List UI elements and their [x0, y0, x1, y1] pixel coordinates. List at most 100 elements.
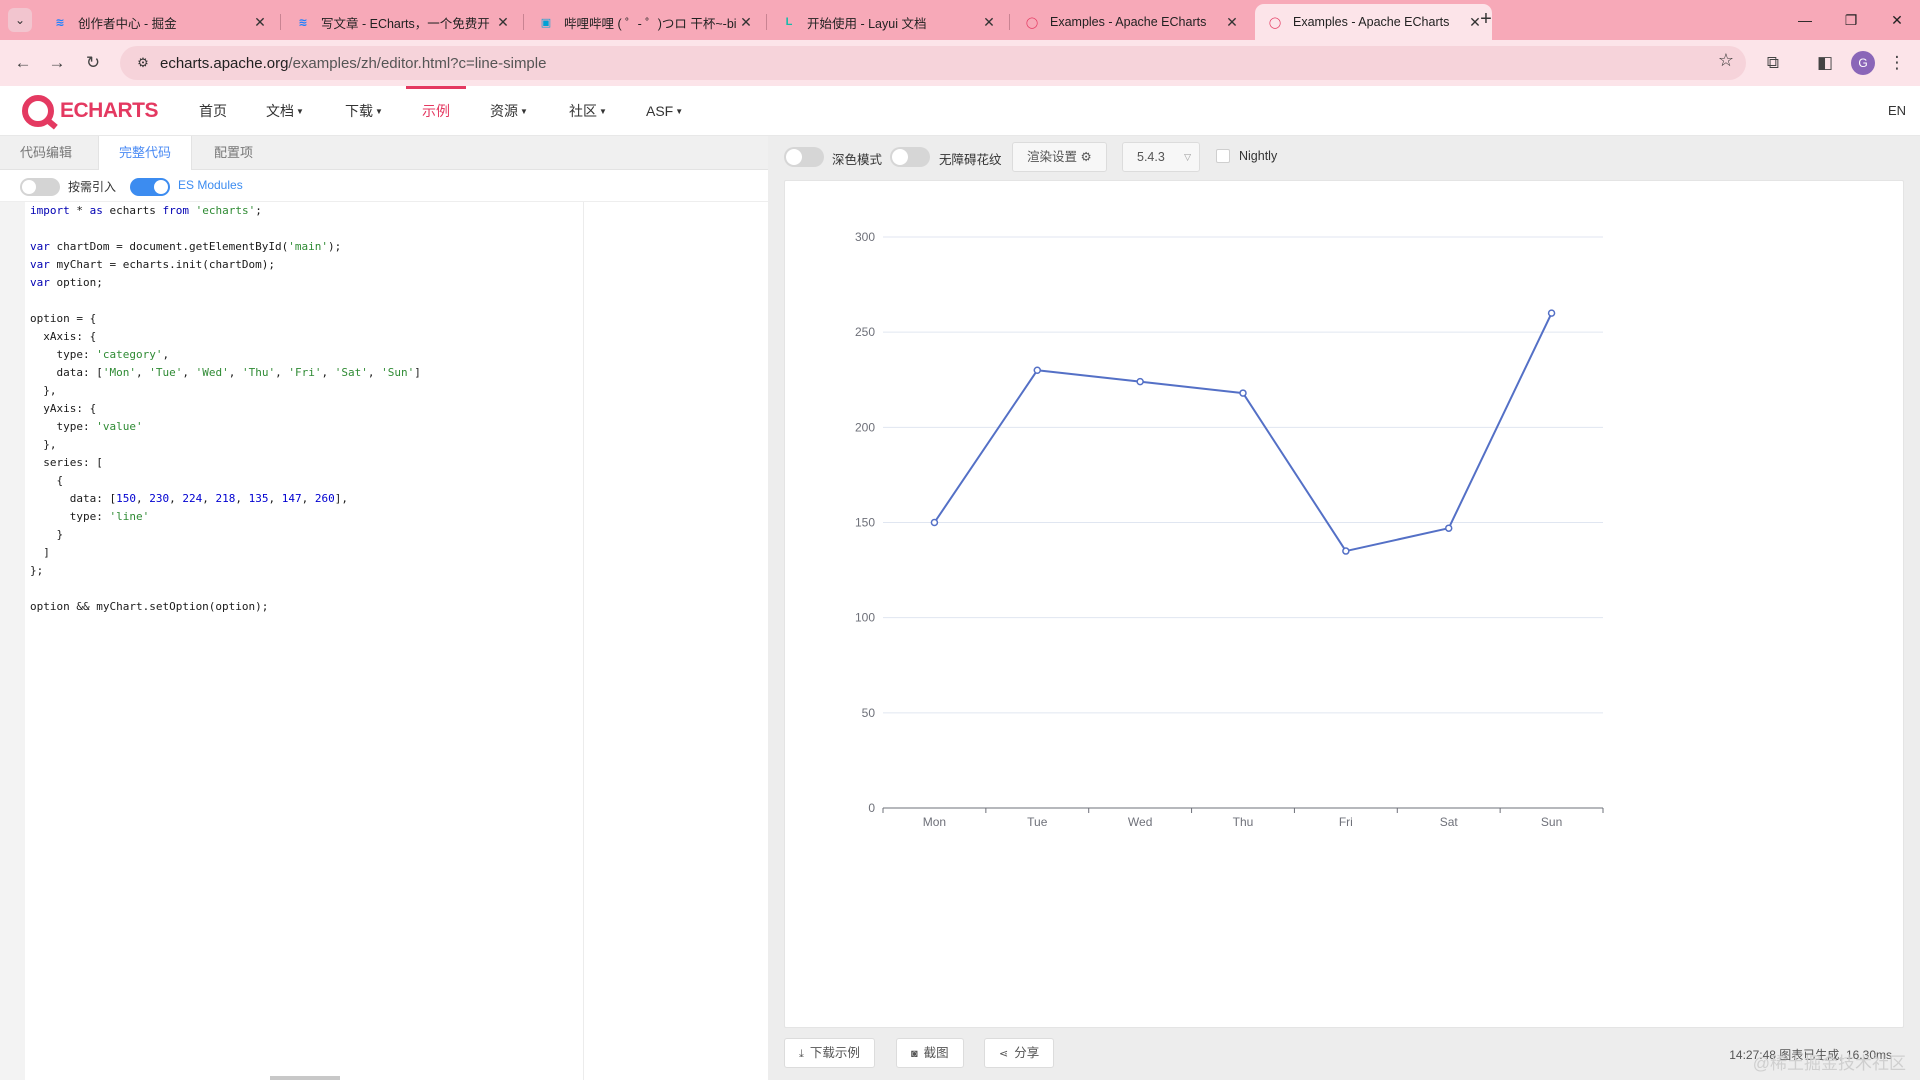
reload-icon[interactable]: ↻	[80, 50, 106, 76]
nav-item[interactable]: 示例	[406, 86, 466, 136]
close-tab-icon[interactable]: ✕	[251, 14, 269, 31]
series-line	[933, 312, 1553, 553]
dark-mode-toggle[interactable]	[784, 147, 824, 167]
browser-tab[interactable]: ≋ 创作者中心 - 掘金 ✕	[40, 4, 277, 40]
address-bar[interactable]: ⚙ echarts.apache.org/examples/zh/editor.…	[120, 46, 1746, 80]
forward-icon[interactable]: →	[44, 50, 70, 76]
nav-item-label: 文档	[266, 103, 294, 119]
code-line: },	[30, 438, 57, 451]
minimize-icon[interactable]: —	[1782, 6, 1828, 34]
dark-mode-label: 深色模式	[832, 153, 883, 167]
editor-tab[interactable]: 代码编辑	[0, 136, 92, 170]
editor-tab[interactable]: 完整代码	[98, 136, 193, 171]
decal-toggle[interactable]	[890, 147, 930, 167]
line-chart[interactable]: 0 50 100 150 200 250 300 Mon Tue Wed Thu Fri Sat Sun	[785, 181, 1905, 1029]
code-line: var myChart = echarts.init(chartDom);	[30, 258, 276, 271]
logo-text: ECHARTS	[60, 99, 159, 122]
tab-separator	[1009, 14, 1010, 30]
render-settings-button[interactable]: 渲染设置 ⚙	[1012, 142, 1107, 172]
code-line: option && myChart.setOption(option);	[30, 600, 269, 613]
caret-down-icon: ▼	[520, 107, 528, 117]
editor-panel: 代码编辑 完整代码 配置项 按需引入 ES Modules import * as …	[0, 136, 768, 1080]
nav-item-label: 首页	[199, 103, 227, 119]
gear-icon: ⚙	[1080, 150, 1092, 164]
language-switch[interactable]: EN	[1888, 86, 1906, 136]
extensions-icon[interactable]: ⧉	[1760, 50, 1786, 76]
editor-tab[interactable]: 配置项	[194, 136, 273, 170]
preview-controls: 深色模式 无障碍花纹 渲染设置 ⚙ 5.4.3 ▽ Nightly	[768, 136, 1920, 176]
tab-title: 创作者中心 - 掘金	[78, 16, 177, 31]
share-icon: ⋖	[999, 1048, 1009, 1060]
download-icon: ⤓	[799, 1048, 804, 1060]
close-tab-icon[interactable]: ✕	[980, 14, 998, 31]
share-button[interactable]: ⋖ 分享	[984, 1038, 1055, 1068]
code-line: import * as echarts from 'echarts';	[30, 204, 262, 217]
browser-tab[interactable]: ◯ Examples - Apache ECharts ✕	[1255, 4, 1492, 40]
echarts-logo-icon: ◯	[1268, 16, 1282, 29]
nav-item[interactable]: 文档 ▼	[266, 86, 304, 136]
render-settings-label: 渲染设置	[1027, 150, 1078, 164]
version-select[interactable]: 5.4.3 ▽	[1122, 142, 1200, 172]
site-header: ECHARTS 首页 文档 ▼ 下载 ▼ 示例 资源 ▼ 社区 ▼ ASF ▼ EN	[0, 86, 1920, 136]
nav-item[interactable]: 社区 ▼	[569, 86, 607, 136]
code-line: var option;	[30, 276, 103, 289]
close-window-icon[interactable]: ✕	[1874, 6, 1920, 34]
chevron-down-icon: ▽	[1184, 152, 1191, 162]
data-point	[1444, 524, 1453, 532]
back-icon[interactable]: ←	[10, 50, 36, 76]
code-line: type: 'category',	[30, 348, 170, 361]
x-tick-label: Fri	[1339, 815, 1353, 829]
code-editor[interactable]: import * as echarts from 'echarts'; var …	[25, 202, 768, 1080]
url-text: echarts.apache.org/examples/zh/editor.ht…	[160, 55, 546, 72]
data-point	[1342, 547, 1350, 555]
download-example-button[interactable]: ⤓ 下载示例	[784, 1038, 875, 1068]
side-panel-icon[interactable]: ◧	[1812, 50, 1838, 76]
camera-icon: ◙	[911, 1048, 918, 1060]
screenshot-button[interactable]: ◙ 截图	[896, 1038, 964, 1068]
bookmark-star-icon[interactable]: ☆	[1718, 50, 1734, 71]
chart-container[interactable]: 0 50 100 150 200 250 300 Mon Tue Wed Thu Fri Sat Sun	[784, 180, 1904, 1028]
code-line: },	[30, 384, 57, 397]
tab-separator	[766, 14, 767, 30]
echarts-logo[interactable]: ECHARTS	[22, 95, 159, 127]
nightly-checkbox[interactable]	[1216, 149, 1230, 163]
restore-icon[interactable]: ❐	[1828, 6, 1874, 34]
nav-item[interactable]: ASF ▼	[646, 86, 683, 136]
browser-tab[interactable]: L 开始使用 - Layui 文档 ✕	[769, 4, 1006, 40]
data-point	[1239, 389, 1247, 397]
site-info-icon[interactable]: ⚙	[126, 55, 160, 71]
x-tick-label: Mon	[923, 815, 946, 829]
browser-menu-icon[interactable]: ⋮	[1884, 50, 1910, 76]
new-tab-button[interactable]: +	[1474, 8, 1498, 32]
es-modules-label: ES Modules	[178, 178, 243, 192]
nav-item[interactable]: 首页	[199, 86, 227, 136]
nav-item-label: 下载	[345, 103, 373, 119]
close-tab-icon[interactable]: ✕	[494, 14, 512, 31]
caret-down-icon: ▼	[296, 107, 304, 117]
browser-toolbar: ← → ↻ ⚙ echarts.apache.org/examples/zh/e…	[0, 40, 1920, 86]
es-modules-toggle[interactable]	[130, 178, 170, 196]
nav-item[interactable]: 资源 ▼	[490, 86, 528, 136]
tab-separator	[523, 14, 524, 30]
tab-title: 哔哩哔哩 ( ゜- ゜)つロ 干杯~-bi	[564, 16, 737, 31]
close-tab-icon[interactable]: ✕	[737, 14, 755, 31]
profile-avatar[interactable]: G	[1851, 51, 1875, 75]
x-tick-label: Sat	[1440, 815, 1459, 829]
browser-tab[interactable]: ≋ 写文章 - ECharts，一个免费开 ✕	[283, 4, 520, 40]
nav-item[interactable]: 下载 ▼	[345, 86, 383, 136]
code-line: type: 'value'	[30, 420, 143, 433]
close-tab-icon[interactable]: ✕	[1223, 14, 1241, 31]
code-content[interactable]: import * as echarts from 'echarts'; var …	[30, 202, 421, 616]
caret-down-icon: ▼	[675, 107, 684, 117]
on-demand-toggle[interactable]	[20, 178, 60, 196]
browser-tab[interactable]: ▣ 哔哩哔哩 ( ゜- ゜)つロ 干杯~-bi ✕	[526, 4, 763, 40]
tab-search-icon[interactable]: ⌄	[8, 8, 32, 32]
code-line: type: 'line'	[30, 510, 150, 523]
code-line: xAxis: {	[30, 330, 97, 343]
nav-item-label: ASF	[646, 103, 674, 119]
horizontal-scrollbar[interactable]	[270, 1076, 340, 1080]
decal-label: 无障碍花纹	[939, 153, 1002, 167]
browser-tab[interactable]: ◯ Examples - Apache ECharts ✕	[1012, 4, 1249, 40]
data-point	[1136, 377, 1144, 386]
